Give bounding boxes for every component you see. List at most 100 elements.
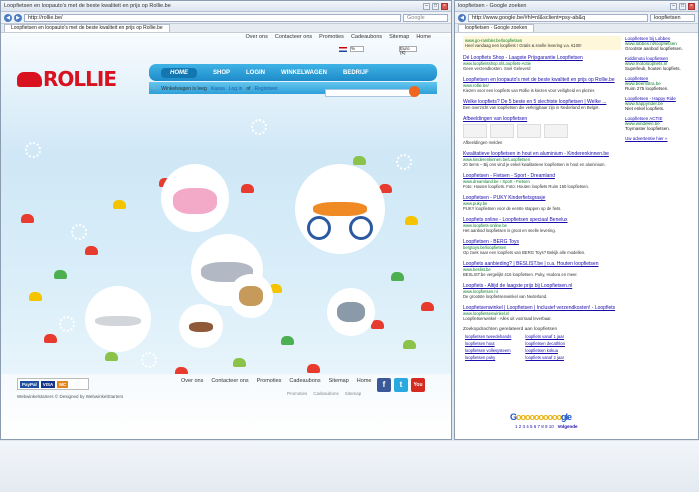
credits-text[interactable]: Webwinkelstarters © Designed by Webwinke… (17, 394, 123, 399)
related-link[interactable]: loopfietsen vollesysteem (465, 348, 523, 353)
car-decoration (421, 302, 434, 311)
top-nav-home[interactable]: Home (416, 34, 431, 40)
rollie-logo[interactable]: ROLLIE (17, 67, 117, 91)
result-title[interactable]: Afbeeldingen van loopfietsen (463, 116, 621, 122)
footer-sub-sitemap[interactable]: Sitemap (345, 391, 362, 396)
image-thumb[interactable] (463, 124, 487, 138)
url-input[interactable]: http://rollie.be/ (24, 13, 401, 22)
related-link[interactable]: loopfietsen tweedehands (465, 334, 523, 339)
next-page-link[interactable]: Volgende (558, 424, 578, 429)
or-text: of (246, 86, 251, 92)
menu-shop[interactable]: SHOP (213, 70, 230, 76)
ad-desc: Heel vandaag een loopfiets ! Gratis & sn… (465, 43, 582, 48)
result-desc: BESLIST.be vergelijkt 416 loopfietsen. P… (463, 272, 578, 277)
car-decoration (241, 184, 254, 193)
url-input[interactable]: http://www.google.be/#hl=nl&sclient=psy-… (468, 13, 648, 22)
pager-o: oooooooooo (516, 412, 562, 422)
result-desc: Kiezen voor een loopfiets van Rollie is … (463, 88, 596, 93)
back-icon[interactable]: ◀ (458, 13, 466, 22)
product-balance-bike[interactable] (295, 164, 385, 254)
result-item: Loopfietsen - BERG Toys bergtoys.be/loop… (463, 239, 621, 255)
search-input[interactable]: Google (403, 13, 448, 22)
related-searches: Zoekopdrachten gerelateerd aan loopfiets… (463, 327, 621, 362)
main-menu: HOME SHOP LOGIN WINKELWAGEN BEDRIJF (149, 64, 437, 81)
menu-home[interactable]: HOME (161, 67, 197, 78)
related-link[interactable]: loopfietsen kokua (525, 348, 577, 353)
search-input[interactable]: loopfietsen (650, 13, 695, 22)
car-decoration (54, 270, 67, 279)
footer-home[interactable]: Home (357, 378, 372, 384)
forward-icon[interactable]: ▶ (14, 13, 22, 22)
image-thumb[interactable] (490, 124, 514, 138)
image-thumb[interactable] (517, 124, 541, 138)
car-logo-icon (17, 72, 42, 87)
minimize-button[interactable]: – (670, 2, 677, 10)
currency-dropdown[interactable]: Euro (€) (399, 46, 417, 55)
side-ad-desc: Grootste aanbod loopfietsen. (625, 46, 683, 51)
desktop-reflection (0, 441, 699, 492)
footer-contact[interactable]: Contacteer ons (211, 378, 248, 384)
side-ad: Kiddimoto loopfietsen www.motoloopfiets.… (625, 56, 695, 71)
result-item: Dé Loopfiets Shop - Laagste Prijsgaranti… (463, 55, 621, 71)
menu-bedrijf[interactable]: BEDRIJF (343, 70, 369, 76)
maximize-button[interactable]: □ (679, 2, 686, 10)
flag-nl-icon[interactable] (339, 46, 347, 52)
visa-icon: VISA (40, 380, 56, 388)
product-basket[interactable] (327, 288, 375, 336)
top-nav-over-ons[interactable]: Over ons (246, 34, 268, 40)
kassa-link[interactable]: Kassa (211, 86, 225, 92)
related-link[interactable]: loopfietsen puky (465, 355, 523, 360)
site-search-input[interactable] (325, 89, 415, 97)
footer-sub-cadeaubons[interactable]: Cadeaubons (313, 391, 339, 396)
car-decoration (105, 352, 118, 361)
address-bar: ◀ ▶ http://rollie.be/ Google (1, 12, 451, 24)
top-nav: Over ons Contacteer ons Promoties Cadeau… (246, 34, 431, 40)
login-link[interactable]: Log in (229, 86, 243, 92)
footer-sitemap[interactable]: Sitemap (329, 378, 349, 384)
tab-rollie[interactable]: Loopfietsen en loopauto's met de beste k… (4, 24, 170, 32)
top-nav-sitemap[interactable]: Sitemap (389, 34, 409, 40)
tab-google[interactable]: loopfietsen - Google zoeken (458, 24, 535, 32)
top-nav-promoties[interactable]: Promoties (319, 34, 344, 40)
close-button[interactable]: × (441, 2, 448, 10)
top-nav-cadeaubons[interactable]: Cadeaubons (351, 34, 382, 40)
page-number-links[interactable]: 1 2 3 4 5 6 7 8 9 10 (515, 424, 554, 429)
close-button[interactable]: × (688, 2, 695, 10)
footer-sub-promoties[interactable]: Promoties (287, 391, 307, 396)
language-dropdown[interactable]: % (350, 46, 364, 52)
browser-window-rollie: Loopfietsen en loopauto's met de beste k… (0, 0, 452, 440)
register-link[interactable]: Registreer (255, 86, 278, 92)
result-desc[interactable]: Afbeeldingen melden (463, 140, 621, 145)
image-thumb[interactable] (544, 124, 568, 138)
car-decoration (353, 156, 366, 165)
side-ad-desc: Niet enkel loopfiets. (625, 106, 665, 111)
related-link[interactable]: loopfiets vanaf 2 jaar (525, 355, 577, 360)
product-pink-car[interactable] (161, 164, 229, 232)
twitter-icon[interactable]: t (394, 378, 408, 392)
footer-promoties[interactable]: Promoties (257, 378, 282, 384)
facebook-icon[interactable]: f (377, 378, 391, 392)
minimize-button[interactable]: – (423, 2, 430, 10)
flower-decoration (141, 352, 157, 368)
side-ad-desc: Toymaster loopfietsen. (625, 126, 671, 131)
related-link[interactable]: loopfietsen hout (465, 341, 523, 346)
menu-login[interactable]: LOGIN (246, 70, 265, 76)
site-search-button[interactable] (409, 86, 420, 97)
related-link[interactable]: loopfietsen decathlon (525, 341, 577, 346)
footer-cadeaubons[interactable]: Cadeaubons (289, 378, 320, 384)
product-white-bike[interactable] (85, 286, 151, 352)
maximize-button[interactable]: □ (432, 2, 439, 10)
product-accessory[interactable] (179, 304, 223, 348)
top-nav-contact[interactable]: Contacteer ons (275, 34, 312, 40)
rollie-page: Over ons Contacteer ons Promoties Cadeau… (1, 34, 451, 439)
related-link[interactable]: loopfiets vanaf 1 jaar (525, 334, 577, 339)
title-bar: loopfietsen - Google zoeken – □ × (455, 1, 698, 12)
footer-over-ons[interactable]: Over ons (181, 378, 203, 384)
product-wooden-toy[interactable] (229, 274, 273, 318)
car-decoration (44, 334, 57, 343)
menu-winkelwagen[interactable]: WINKELWAGEN (281, 70, 327, 76)
advertise-here-link[interactable]: Uw advertentie hier » (625, 136, 695, 141)
back-icon[interactable]: ◀ (4, 13, 12, 22)
footer-nav: Over ons Contacteer ons Promoties Cadeau… (181, 378, 371, 384)
youtube-icon[interactable]: You (411, 378, 425, 392)
